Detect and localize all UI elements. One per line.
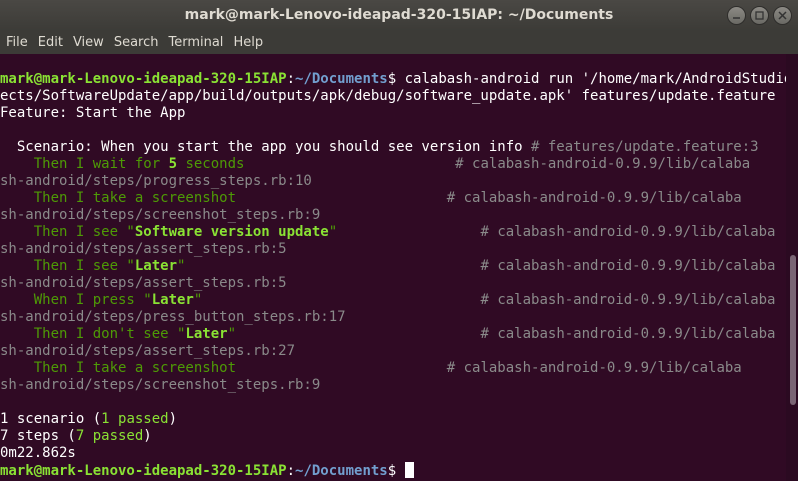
menu-view[interactable]: View: [68, 31, 109, 54]
step-comment-wrap: sh-android/steps/screenshot_steps.rb:9: [0, 207, 321, 223]
prompt-colon: :: [286, 463, 296, 479]
step-text: Then I see ": [0, 258, 135, 274]
step-comment: # calabash-android-0.9.9/lib/calaba: [480, 258, 776, 274]
step-arg: Later: [151, 292, 194, 308]
menu-search[interactable]: Search: [109, 31, 164, 54]
command-line-1: mark@mark-Lenovo-ideapad-320-15IAP:~/Doc…: [0, 71, 798, 88]
command-text: calabash-android run '/home/mark/Android…: [396, 71, 798, 87]
summary-text-end: ): [143, 428, 152, 444]
summary-text-end: ): [168, 411, 178, 427]
step-text: Then I take a screenshot: [0, 190, 237, 206]
minimize-button[interactable]: [727, 6, 746, 25]
steps-summary: 7 steps (7 passed): [0, 428, 152, 445]
scenario-summary: 1 scenario (1 passed): [0, 411, 177, 428]
window-controls: [727, 6, 792, 25]
terminal-output[interactable]: mark@mark-Lenovo-ideapad-320-15IAP:~/Doc…: [0, 54, 798, 481]
maximize-button[interactable]: [750, 6, 769, 25]
step-comment-wrap: sh-android/steps/progress_steps.rb:10: [0, 173, 312, 189]
step-pad: [337, 224, 480, 240]
step-line: Then I don't see "Later" # calabash-andr…: [0, 326, 776, 343]
step-comment: # calabash-android-0.9.9/lib/calaba: [446, 360, 742, 376]
title-bar[interactable]: mark@mark-Lenovo-ideapad-320-15IAP: ~/Do…: [0, 0, 798, 31]
scenario-text: Scenario: When you start the app you sho…: [0, 139, 532, 155]
close-icon: [778, 11, 787, 20]
command-line-2: ects/SoftwareUpdate/app/build/outputs/ap…: [0, 88, 776, 104]
step-pad: [202, 292, 480, 308]
step-line: Then I wait for 5 seconds # calabash-and…: [0, 156, 750, 173]
prompt-user-host: mark@mark-Lenovo-ideapad-320-15IAP: [0, 71, 287, 87]
prompt-symbol: $: [387, 463, 397, 479]
step-comment-wrap: sh-android/steps/assert_steps.rb:5: [0, 241, 287, 257]
step-text-end: ": [328, 224, 338, 240]
scrollbar[interactable]: [786, 54, 798, 481]
step-line: Then I take a screenshot # calabash-andr…: [0, 190, 742, 207]
text-cursor: [404, 462, 414, 478]
step-arg: Software version update: [134, 224, 329, 240]
window-title: mark@mark-Lenovo-ideapad-320-15IAP: ~/Do…: [184, 7, 614, 23]
summary-passed: 1 passed: [101, 411, 169, 427]
summary-text: 7 steps (: [0, 428, 76, 444]
step-line: When I press "Later" # calabash-android-…: [0, 292, 776, 309]
menu-bar: File Edit View Search Terminal Help: [0, 31, 798, 54]
step-pad: [236, 360, 447, 376]
step-comment: # calabash-android-0.9.9/lib/calaba: [480, 326, 776, 342]
prompt-path: ~/Documents: [295, 71, 388, 87]
step-text-end: ": [227, 326, 237, 342]
step-pad: [236, 190, 447, 206]
step-pad: [185, 258, 480, 274]
summary-text: 1 scenario (: [0, 411, 102, 427]
step-line: Then I see "Software version update" # c…: [0, 224, 776, 241]
step-text-end: seconds: [177, 156, 245, 172]
step-line: Then I take a screenshot # calabash-andr…: [0, 360, 742, 377]
step-text: When I press ": [0, 292, 152, 308]
menu-file[interactable]: File: [0, 31, 33, 54]
summary-passed: 7 passed: [75, 428, 144, 444]
menu-help[interactable]: Help: [228, 31, 268, 54]
step-comment-wrap: sh-android/steps/assert_steps.rb:5: [0, 275, 287, 291]
step-comment: # calabash-android-0.9.9/lib/calaba: [480, 224, 776, 240]
step-pad: [244, 156, 455, 172]
step-text: Then I take a screenshot: [0, 360, 237, 376]
step-comment: # calabash-android-0.9.9/lib/calaba: [480, 292, 776, 308]
step-line: Then I see "Later" # calabash-android-0.…: [0, 258, 776, 275]
prompt-line[interactable]: mark@mark-Lenovo-ideapad-320-15IAP:~/Doc…: [0, 462, 414, 479]
step-comment: # calabash-android-0.9.9/lib/calaba: [446, 190, 742, 206]
step-arg: Later: [185, 326, 228, 342]
prompt-user-host: mark@mark-Lenovo-ideapad-320-15IAP: [0, 463, 287, 479]
step-pad: [236, 326, 480, 342]
menu-terminal[interactable]: Terminal: [163, 31, 228, 54]
step-text: Then I wait for: [0, 156, 169, 172]
step-text: Then I don't see ": [0, 326, 186, 342]
step-arg: 5: [168, 156, 178, 172]
step-comment-wrap: sh-android/steps/press_button_steps.rb:1…: [0, 309, 346, 325]
close-button[interactable]: [773, 6, 792, 25]
step-comment-wrap: sh-android/steps/screenshot_steps.rb:9: [0, 377, 321, 393]
step-comment: # calabash-android-0.9.9/lib/calaba: [455, 156, 751, 172]
prompt-path: ~/Documents: [295, 463, 388, 479]
scenario-line: Scenario: When you start the app you sho…: [0, 139, 759, 156]
maximize-icon: [755, 11, 764, 20]
scenario-comment: # features/update.feature:3: [531, 139, 759, 155]
minimize-icon: [733, 17, 740, 19]
prompt-symbol: $: [387, 71, 397, 87]
elapsed-time: 0m22.862s: [0, 445, 76, 461]
terminal-window: mark@mark-Lenovo-ideapad-320-15IAP: ~/Do…: [0, 0, 798, 481]
feature-line: Feature: Start the App: [0, 105, 186, 121]
scrollbar-thumb[interactable]: [790, 255, 796, 405]
prompt-colon: :: [286, 71, 296, 87]
menu-edit[interactable]: Edit: [33, 31, 68, 54]
step-text: Then I see ": [0, 224, 135, 240]
step-comment-wrap: sh-android/steps/assert_steps.rb:27: [0, 343, 296, 359]
step-arg: Later: [134, 258, 178, 274]
